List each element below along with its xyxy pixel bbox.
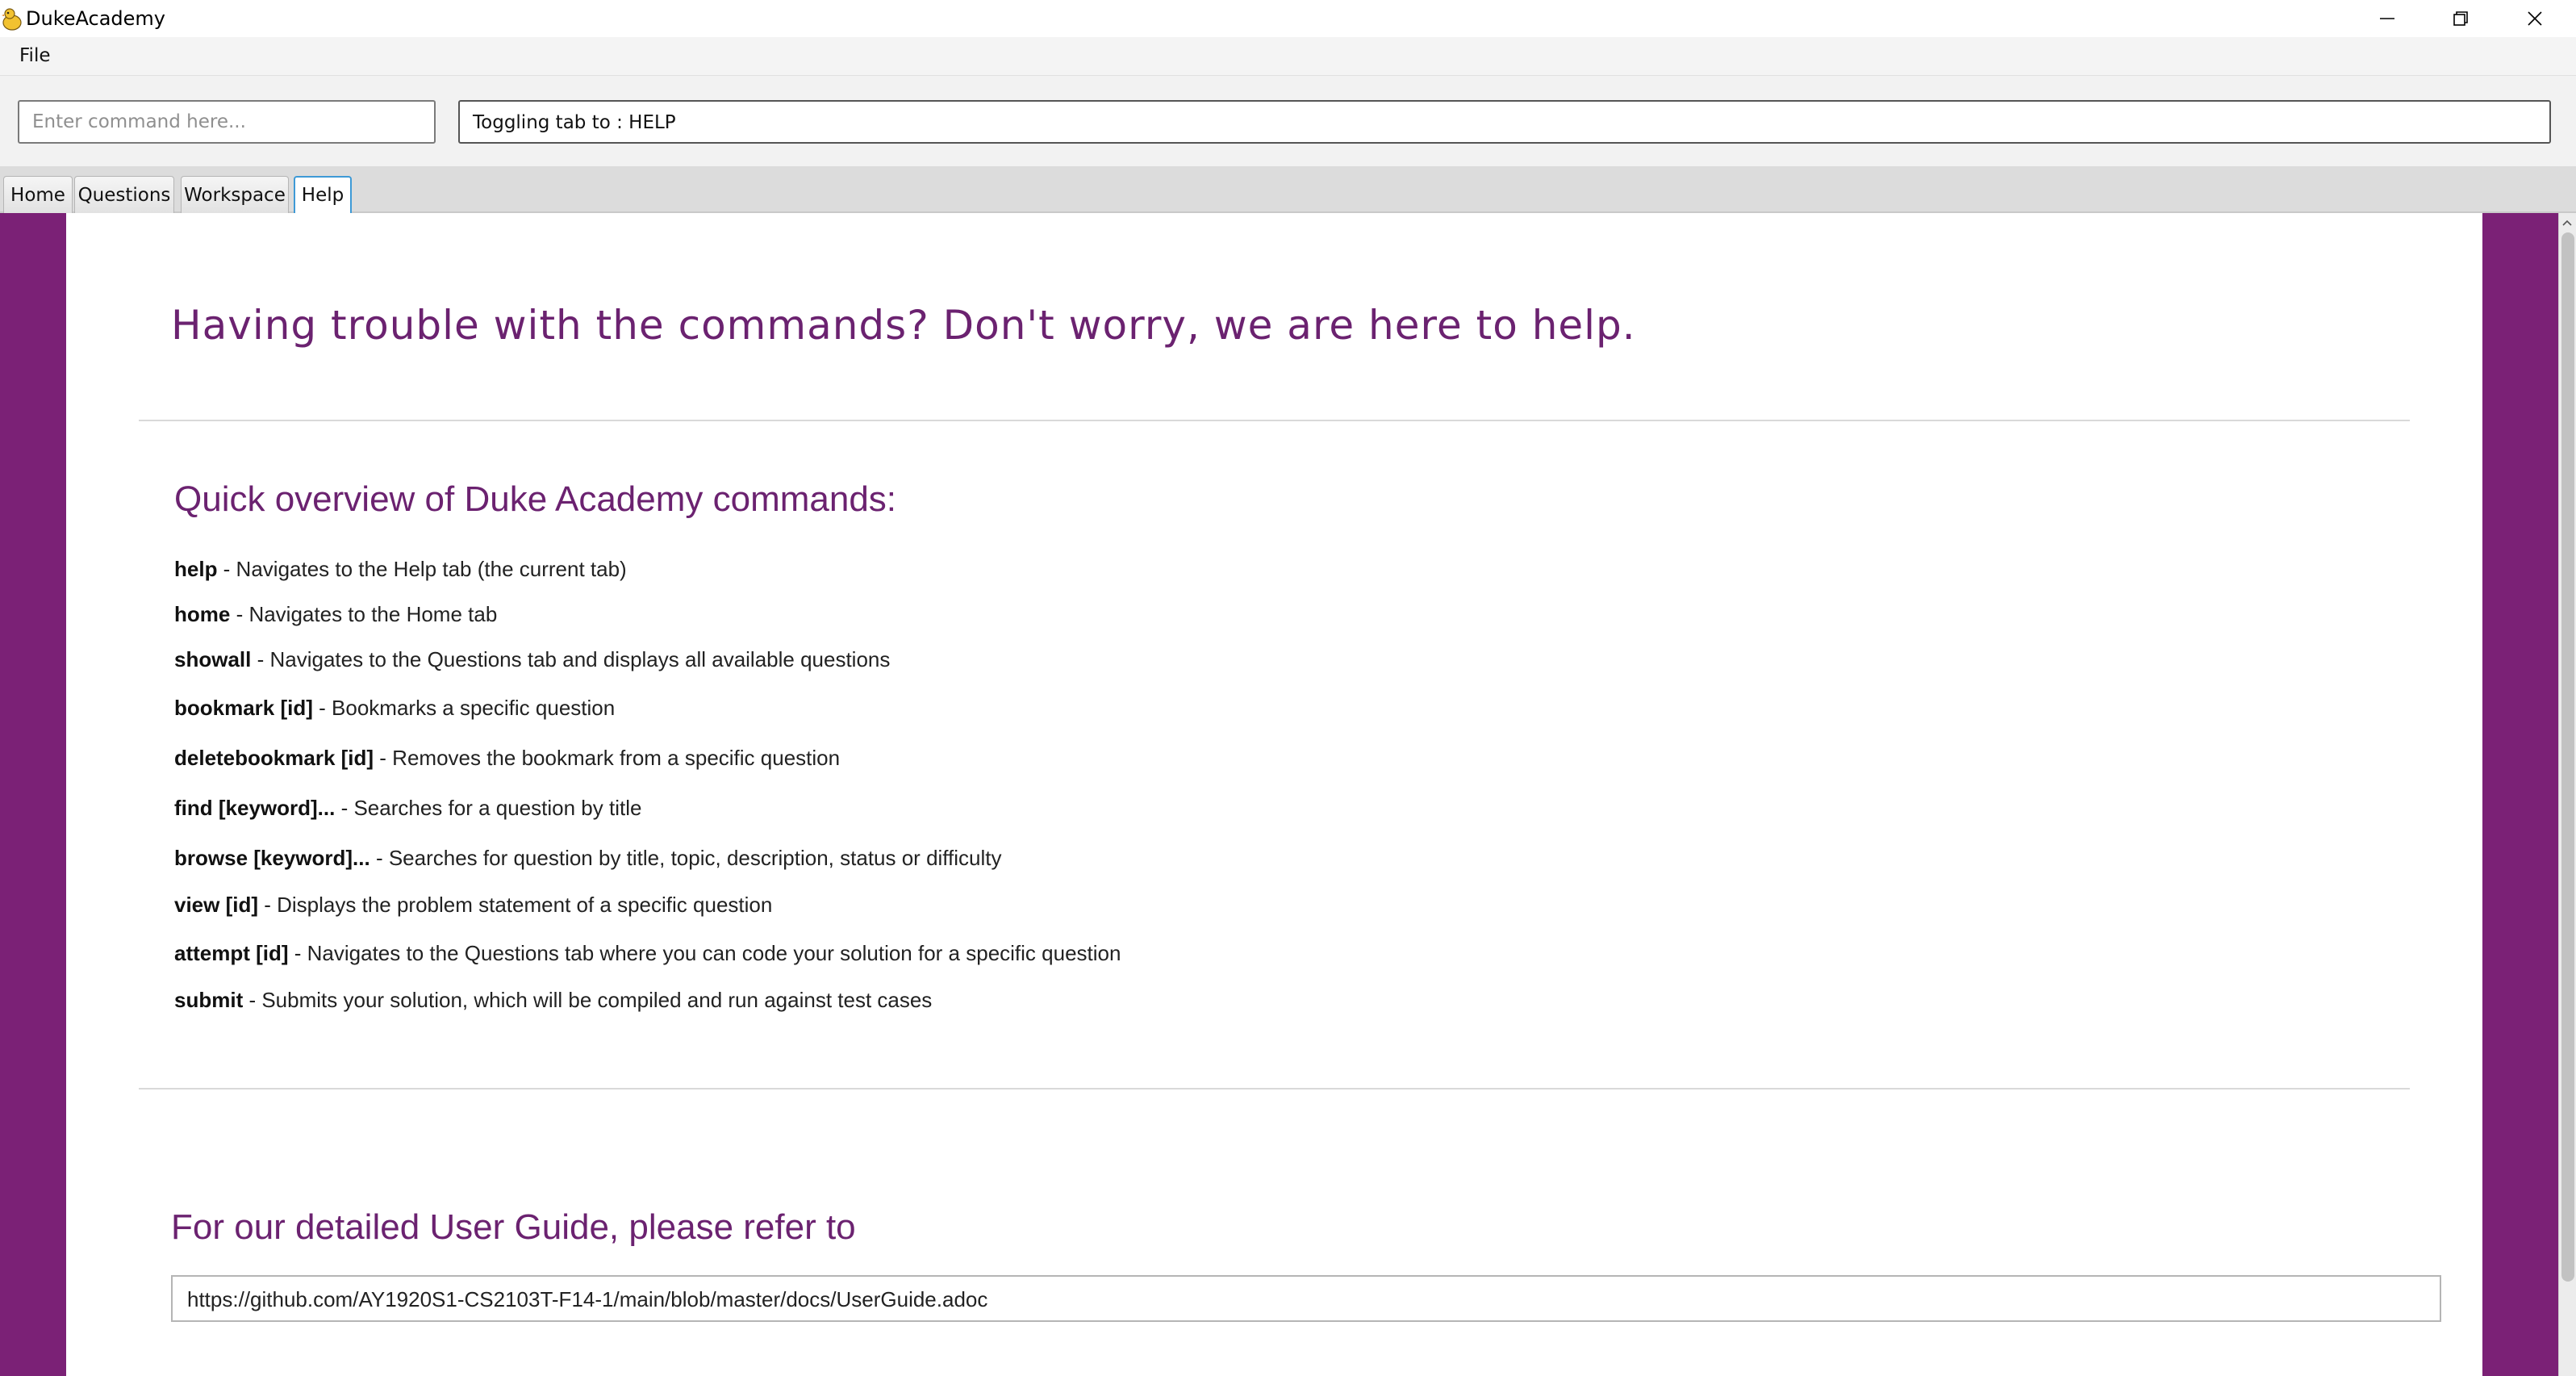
help-heading: Having trouble with the commands? Don't … bbox=[171, 302, 1636, 349]
divider bbox=[139, 420, 2410, 421]
tab-questions[interactable]: Questions bbox=[74, 176, 174, 213]
user-guide-heading: For our detailed User Guide, please refe… bbox=[171, 1207, 856, 1247]
duck-app-icon bbox=[2, 8, 22, 31]
command-description: - Navigates to the Home tab bbox=[230, 602, 498, 626]
tab-home[interactable]: Home bbox=[3, 176, 73, 213]
command-item: help - Navigates to the Help tab (the cu… bbox=[174, 557, 627, 582]
command-description: - Searches for a question by title bbox=[335, 796, 642, 820]
command-keyword: showall bbox=[174, 647, 252, 671]
title-bar: DukeAcademy bbox=[0, 0, 2576, 37]
tab-workspace[interactable]: Workspace bbox=[181, 176, 289, 213]
close-icon bbox=[2528, 11, 2542, 26]
menu-bar: File bbox=[0, 37, 2576, 76]
command-keyword: browse [keyword]... bbox=[174, 846, 370, 870]
command-item: browse [keyword]... - Searches for quest… bbox=[174, 846, 1002, 871]
command-item: deletebookmark [id] - Removes the bookma… bbox=[174, 746, 840, 771]
command-keyword: bookmark [id] bbox=[174, 696, 313, 720]
command-keyword: help bbox=[174, 557, 218, 581]
command-item: home - Navigates to the Home tab bbox=[174, 602, 497, 627]
user-guide-url-field[interactable]: https://github.com/AY1920S1-CS2103T-F14-… bbox=[171, 1275, 2441, 1322]
command-description: - Displays the problem statement of a sp… bbox=[258, 893, 773, 917]
minimize-button[interactable] bbox=[2351, 0, 2424, 37]
command-toolbar: Toggling tab to : HELP bbox=[0, 76, 2576, 166]
restore-button[interactable] bbox=[2424, 0, 2497, 37]
command-description: - Navigates to the Help tab (the current… bbox=[217, 557, 627, 581]
tab-bar: Home Questions Workspace Help bbox=[0, 166, 2576, 213]
command-input[interactable] bbox=[18, 100, 436, 144]
menu-file[interactable]: File bbox=[19, 45, 51, 66]
help-panel: Having trouble with the commands? Don't … bbox=[66, 213, 2482, 1376]
command-item: showall - Navigates to the Questions tab… bbox=[174, 647, 890, 672]
divider bbox=[139, 1088, 2410, 1090]
command-item: find [keyword]... - Searches for a quest… bbox=[174, 796, 641, 821]
vertical-scrollbar[interactable] bbox=[2558, 213, 2576, 1376]
command-description: - Navigates to the Questions tab and dis… bbox=[251, 647, 891, 671]
command-keyword: attempt [id] bbox=[174, 941, 289, 965]
command-item: bookmark [id] - Bookmarks a specific que… bbox=[174, 696, 615, 721]
command-description: - Searches for question by title, topic,… bbox=[369, 846, 1002, 870]
scrollbar-thumb[interactable] bbox=[2561, 232, 2574, 1282]
result-display: Toggling tab to : HELP bbox=[458, 100, 2551, 144]
scroll-up-arrow-icon[interactable] bbox=[2561, 216, 2574, 229]
command-keyword: submit bbox=[174, 988, 244, 1012]
close-button[interactable] bbox=[2499, 0, 2571, 37]
minimize-icon bbox=[2380, 18, 2394, 19]
help-tab-content: Having trouble with the commands? Don't … bbox=[0, 213, 2576, 1376]
command-description: - Submits your solution, which will be c… bbox=[243, 988, 933, 1012]
command-description: - Removes the bookmark from a specific q… bbox=[374, 746, 841, 770]
command-description: - Bookmarks a specific question bbox=[312, 696, 616, 720]
tab-help[interactable]: Help bbox=[294, 176, 352, 213]
overview-heading: Quick overview of Duke Academy commands: bbox=[174, 479, 897, 519]
command-item: view [id] - Displays the problem stateme… bbox=[174, 893, 772, 918]
command-keyword: home bbox=[174, 602, 231, 626]
restore-icon bbox=[2453, 11, 2468, 26]
command-item: submit - Submits your solution, which wi… bbox=[174, 988, 932, 1013]
command-keyword: deletebookmark [id] bbox=[174, 746, 374, 770]
command-item: attempt [id] - Navigates to the Question… bbox=[174, 941, 1121, 966]
command-keyword: view [id] bbox=[174, 893, 259, 917]
command-keyword: find [keyword]... bbox=[174, 796, 336, 820]
command-description: - Navigates to the Questions tab where y… bbox=[288, 941, 1121, 965]
window-title: DukeAcademy bbox=[26, 7, 165, 30]
